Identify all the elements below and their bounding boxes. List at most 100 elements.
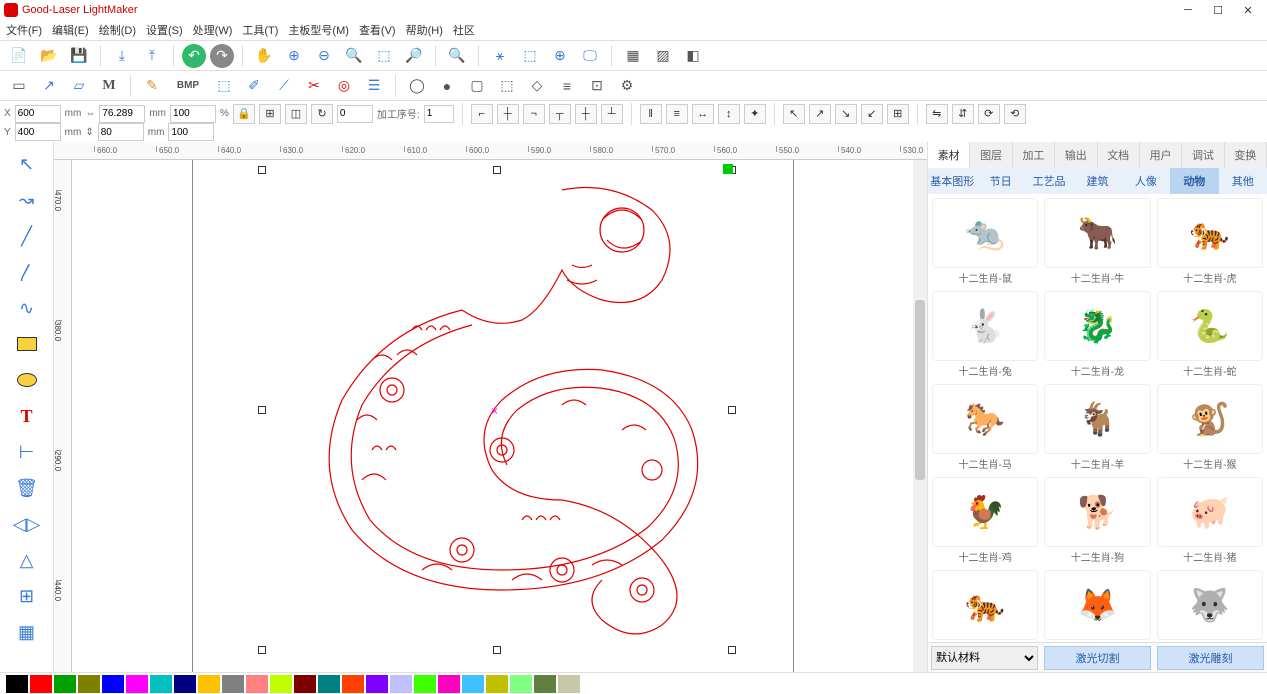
close-button[interactable]: ✕ <box>1233 1 1263 19</box>
delete-tool[interactable]: 🗑 <box>13 474 41 502</box>
asset-item[interactable]: 🐐十二生肖-羊 <box>1044 384 1150 471</box>
undo-button[interactable]: ↶ <box>182 44 206 68</box>
selection-box[interactable]: × <box>262 170 732 650</box>
asset-item[interactable]: 🐎十二生肖-马 <box>932 384 1038 471</box>
import-button[interactable]: ⤓ <box>109 44 135 68</box>
handle-tl[interactable] <box>258 166 266 174</box>
monitor-button[interactable]: 🖵 <box>577 44 603 68</box>
text-tool[interactable]: T <box>13 402 41 430</box>
group-c-button[interactable]: ◧ <box>680 44 706 68</box>
bounds-button[interactable]: ⬚ <box>211 74 237 98</box>
align-button[interactable]: ≡ <box>554 74 580 98</box>
settings-button[interactable]: ⚙ <box>614 74 640 98</box>
array-tool[interactable]: ⊞ <box>13 582 41 610</box>
device-button[interactable]: ▭ <box>6 74 32 98</box>
shape-b-button[interactable]: ● <box>434 74 460 98</box>
panel-tab[interactable]: 素材 <box>928 142 970 168</box>
align-right-button[interactable]: ¬ <box>523 104 545 124</box>
align-top-button[interactable]: ┬ <box>549 104 571 124</box>
rotate-input[interactable] <box>337 105 373 123</box>
group-b-button[interactable]: ▨ <box>650 44 676 68</box>
select-tool[interactable]: ↖ <box>13 150 41 178</box>
cut-button[interactable]: ✂ <box>301 74 327 98</box>
asset-item[interactable]: 🐺 <box>1157 570 1263 642</box>
asset-item[interactable]: 🦊 <box>1044 570 1150 642</box>
ellipse-tool[interactable] <box>13 366 41 394</box>
curve-tool[interactable]: ∿ <box>13 294 41 322</box>
canvas-scrollbar[interactable] <box>913 160 927 672</box>
category-tab[interactable]: 动物 <box>1170 168 1218 194</box>
laser-cut-button[interactable]: 激光切割 <box>1044 646 1151 670</box>
category-tab[interactable]: 其他 <box>1219 168 1267 194</box>
color-swatch[interactable] <box>534 675 556 693</box>
align-left-button[interactable]: ⌐ <box>471 104 493 124</box>
menu-item[interactable]: 绘制(D) <box>99 22 136 38</box>
zoom-all-button[interactable]: 🔎 <box>401 44 427 68</box>
panel-tab[interactable]: 文档 <box>1098 142 1140 168</box>
category-tab[interactable]: 工艺品 <box>1025 168 1073 194</box>
same-height-button[interactable]: ↕ <box>718 104 740 124</box>
center-grid-button[interactable]: ⊞ <box>887 104 909 124</box>
corner-br-button[interactable]: ↘ <box>835 104 857 124</box>
rotate-icon[interactable]: ↻ <box>311 104 333 124</box>
color-swatch[interactable] <box>366 675 388 693</box>
redo-button[interactable]: ↷ <box>210 44 234 68</box>
category-tab[interactable]: 基本图形 <box>928 168 976 194</box>
asset-item[interactable]: 🐅十二生肖-虎 <box>1157 198 1263 285</box>
target-button[interactable]: ◎ <box>331 74 357 98</box>
color-swatch[interactable] <box>102 675 124 693</box>
new-file-button[interactable]: 📄 <box>6 44 32 68</box>
pan-button[interactable]: ✋ <box>251 44 277 68</box>
scale-y-input[interactable] <box>168 123 214 141</box>
dist-h-button[interactable]: ‖ <box>640 104 662 124</box>
scale-x-input[interactable] <box>170 105 216 123</box>
rotate-ccw-button[interactable]: ⟲ <box>1004 104 1026 124</box>
category-tab[interactable]: 节日 <box>976 168 1024 194</box>
asset-item[interactable]: 🐉十二生肖-龙 <box>1044 291 1150 378</box>
shape-a-button[interactable]: ◯ <box>404 74 430 98</box>
menu-item[interactable]: 处理(W) <box>193 22 233 38</box>
laser-engrave-button[interactable]: 激光雕刻 <box>1157 646 1264 670</box>
color-swatch[interactable] <box>6 675 28 693</box>
text-m-button[interactable]: M <box>96 74 122 98</box>
panel-tab[interactable]: 用户 <box>1140 142 1182 168</box>
group-a-button[interactable]: ▦ <box>620 44 646 68</box>
y-input[interactable] <box>15 123 61 141</box>
grid-tool[interactable]: ▦ <box>13 618 41 646</box>
align-vcenter-button[interactable]: ┼ <box>575 104 597 124</box>
asset-item[interactable]: 🐇十二生肖-兔 <box>932 291 1038 378</box>
brush-button[interactable]: ✎ <box>139 74 165 98</box>
rotate-cw-button[interactable]: ⟳ <box>978 104 1000 124</box>
menu-item[interactable]: 查看(V) <box>359 22 396 38</box>
zoom-in-button[interactable]: ⊕ <box>281 44 307 68</box>
align-bottom-button[interactable]: ┴ <box>601 104 623 124</box>
shape-d-button[interactable]: ⬚ <box>494 74 520 98</box>
seq-input[interactable] <box>424 105 454 123</box>
zoom-page-button[interactable]: 🔍 <box>444 44 470 68</box>
bmp-button[interactable]: BMP <box>169 74 207 98</box>
grid-button[interactable]: ⊡ <box>584 74 610 98</box>
handle-bl[interactable] <box>258 646 266 654</box>
shape-c-button[interactable]: ▢ <box>464 74 490 98</box>
color-swatch[interactable] <box>414 675 436 693</box>
menu-item[interactable]: 社区 <box>453 22 475 38</box>
xy-link-icon[interactable]: ⇔ <box>85 108 95 119</box>
tool-c-button[interactable]: ⊕ <box>547 44 573 68</box>
menu-item[interactable]: 帮助(H) <box>406 22 443 38</box>
export-button[interactable]: ⤒ <box>139 44 165 68</box>
asset-item[interactable]: 🐂十二生肖-牛 <box>1044 198 1150 285</box>
zoom-select-button[interactable]: ⬚ <box>371 44 397 68</box>
panel-tab[interactable]: 变换 <box>1225 142 1267 168</box>
category-tab[interactable]: 建筑 <box>1073 168 1121 194</box>
color-swatch[interactable] <box>486 675 508 693</box>
asset-item[interactable]: 🐒十二生肖-猴 <box>1157 384 1263 471</box>
handle-r[interactable] <box>728 406 736 414</box>
save-file-button[interactable]: 💾 <box>66 44 92 68</box>
curve-button[interactable]: ⟋ <box>271 74 297 98</box>
maximize-button[interactable]: ☐ <box>1203 1 1233 19</box>
mirror-v-tool[interactable]: △ <box>13 546 41 574</box>
color-swatch[interactable] <box>390 675 412 693</box>
edit-node-button[interactable]: ↗ <box>36 74 62 98</box>
flip-v-button[interactable]: ⇵ <box>952 104 974 124</box>
panel-tab[interactable]: 输出 <box>1055 142 1097 168</box>
